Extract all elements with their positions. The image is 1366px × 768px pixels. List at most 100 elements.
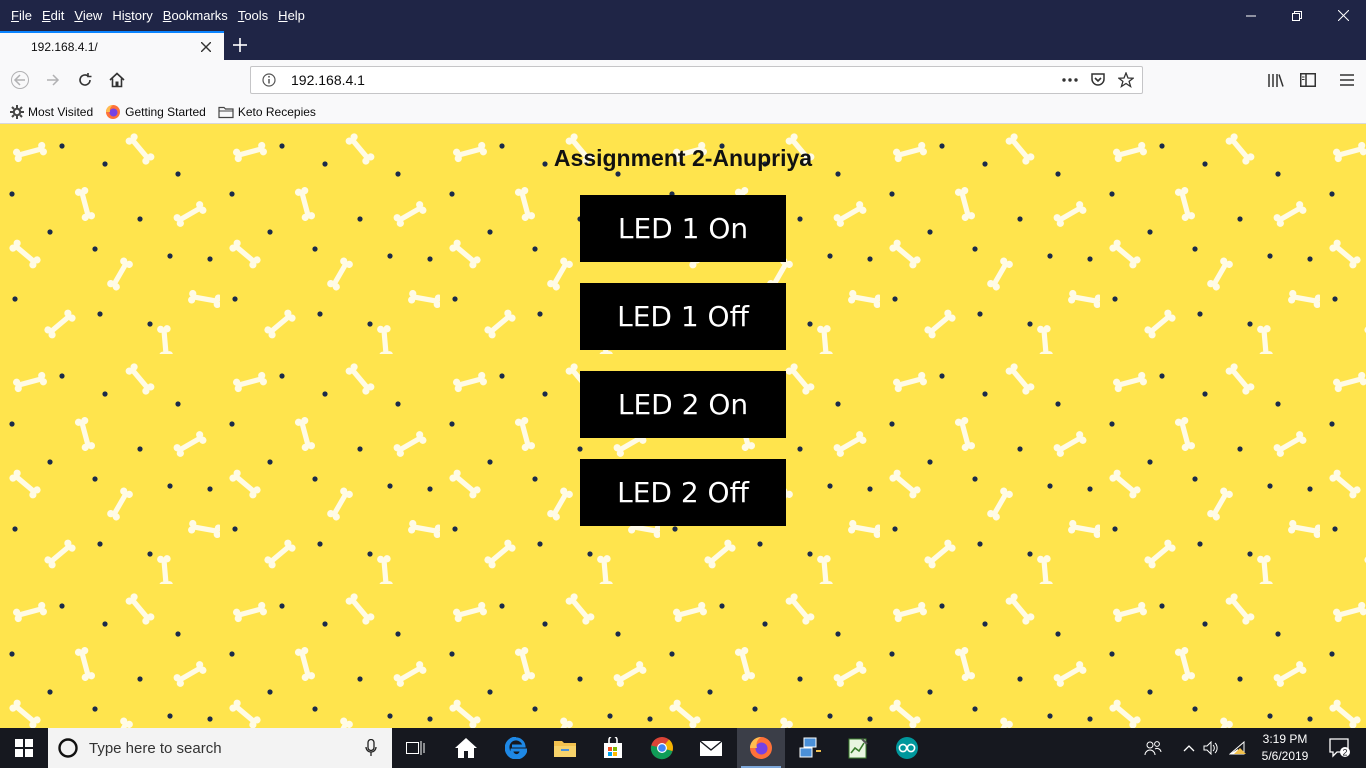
task-view-button[interactable] [392,728,440,768]
taskbar-firefox-button[interactable] [737,728,785,768]
close-icon [201,41,211,52]
menu-file[interactable]: File [6,8,37,23]
menu-view[interactable]: View [69,8,107,23]
taskbar: Type here to search 3:19 PM 5/6/2019 2 [0,728,1366,768]
folder-icon [554,741,576,757]
restore-button[interactable] [1274,0,1320,31]
bookmark-most-visited[interactable]: Most Visited [10,104,93,119]
taskbar-clock[interactable]: 3:19 PM 5/6/2019 [1250,731,1320,765]
back-arrow-icon [11,71,29,89]
menu-tools[interactable]: Tools [233,8,273,23]
tab-title: 192.168.4.1/ [31,39,98,54]
edge-icon [505,737,527,759]
mail-envelope-icon [699,740,723,756]
volume-button[interactable] [1201,728,1223,768]
people-button[interactable] [1140,728,1166,768]
taskbar-notepad-button[interactable] [834,728,882,768]
notepad-icon [848,738,868,759]
site-info-button[interactable] [255,67,283,93]
clock-time: 3:19 PM [1262,732,1308,746]
forward-button[interactable] [41,68,65,92]
wifi-button[interactable] [1226,728,1250,768]
pocket-icon [1091,73,1105,86]
led1-off-button[interactable]: LED 1 Off [580,283,786,350]
app-menu-button[interactable] [1335,68,1359,92]
tab-strip: 192.168.4.1/ [0,31,1366,60]
people-icon [1144,741,1162,756]
wifi-warning-icon [1229,741,1246,755]
reload-icon [79,73,92,86]
plus-icon [233,38,247,52]
page-actions-button[interactable] [1056,67,1084,93]
taskbar-store-button[interactable] [589,728,637,768]
menu-bar: File Edit View History Bookmarks Tools H… [0,0,1366,31]
start-button[interactable] [0,728,48,768]
sidebar-icon [1300,73,1316,87]
menu-edit[interactable]: Edit [37,8,69,23]
close-window-button[interactable] [1320,0,1366,31]
taskbar-chrome-button[interactable] [638,728,686,768]
led1-on-button[interactable]: LED 1 On [580,195,786,262]
window-controls [1228,0,1366,31]
notification-count: 2 [1342,748,1347,758]
nav-bar: 192.168.4.1 [0,60,1366,100]
page-title: Assignment 2-Anupriya [553,145,813,171]
chrome-icon [650,737,673,760]
taskbar-mail-button[interactable] [687,728,735,768]
minimize-icon [1246,15,1256,16]
bookmark-star-button[interactable] [1112,67,1140,93]
windows-logo-icon [15,739,33,757]
menu-items: File Edit View History Bookmarks Tools H… [0,6,310,26]
page-content: Assignment 2-Anupriya LED 1 On LED 1 Off… [0,124,1366,728]
led2-off-button[interactable]: LED 2 Off [580,459,786,526]
store-bag-icon [604,737,622,758]
forward-arrow-icon [47,74,60,86]
taskbar-arduino-button[interactable] [883,728,931,768]
led2-on-button[interactable]: LED 2 On [580,371,786,438]
bookmark-folder-keto[interactable]: Keto Recepies [218,105,316,119]
sidebar-button[interactable] [1296,68,1320,92]
action-center-button[interactable]: 2 [1320,728,1360,768]
task-view-icon [406,741,425,755]
speaker-icon [1203,741,1218,755]
taskbar-search-box[interactable]: Type here to search [48,728,392,768]
restore-icon [1292,10,1302,21]
menu-history[interactable]: History [107,8,157,23]
taskbar-home-button[interactable] [442,728,490,768]
tab-close-button[interactable] [196,37,216,57]
taskbar-network-app-button[interactable] [786,728,834,768]
new-tab-button[interactable] [229,34,251,56]
tab-current[interactable]: 192.168.4.1/ [0,31,224,60]
bookmark-getting-started[interactable]: Getting Started [105,104,206,120]
firefox-icon [750,737,772,759]
network-computer-icon [799,737,821,758]
taskbar-file-explorer-button[interactable] [541,728,589,768]
minimize-button[interactable] [1228,0,1274,31]
arduino-icon [896,737,918,759]
library-button[interactable] [1264,68,1288,92]
microphone-icon[interactable] [365,739,377,757]
taskbar-edge-button[interactable] [492,728,540,768]
show-hidden-icons-button[interactable] [1178,728,1200,768]
home-icon [109,72,125,88]
back-button[interactable] [8,68,32,92]
folder-icon [218,106,234,118]
menu-bookmarks[interactable]: Bookmarks [158,8,233,23]
bookmarks-toolbar: Most Visited Getting Started Keto Recepi… [0,100,1366,124]
clock-date: 5/6/2019 [1261,749,1309,763]
reload-button[interactable] [73,68,97,92]
star-icon [1118,72,1134,88]
gear-icon [10,104,24,119]
url-bar[interactable]: 192.168.4.1 [250,66,1143,94]
search-placeholder: Type here to search [89,739,222,757]
cortana-circle-icon [58,738,78,758]
info-icon [262,73,276,87]
pocket-button[interactable] [1084,67,1112,93]
close-icon [1337,10,1349,21]
more-dots-icon [1062,78,1078,82]
home-button[interactable] [105,68,129,92]
menu-help[interactable]: Help [273,8,310,23]
library-icon [1268,74,1284,87]
hamburger-menu-icon [1340,74,1354,86]
firefox-icon [106,104,121,119]
